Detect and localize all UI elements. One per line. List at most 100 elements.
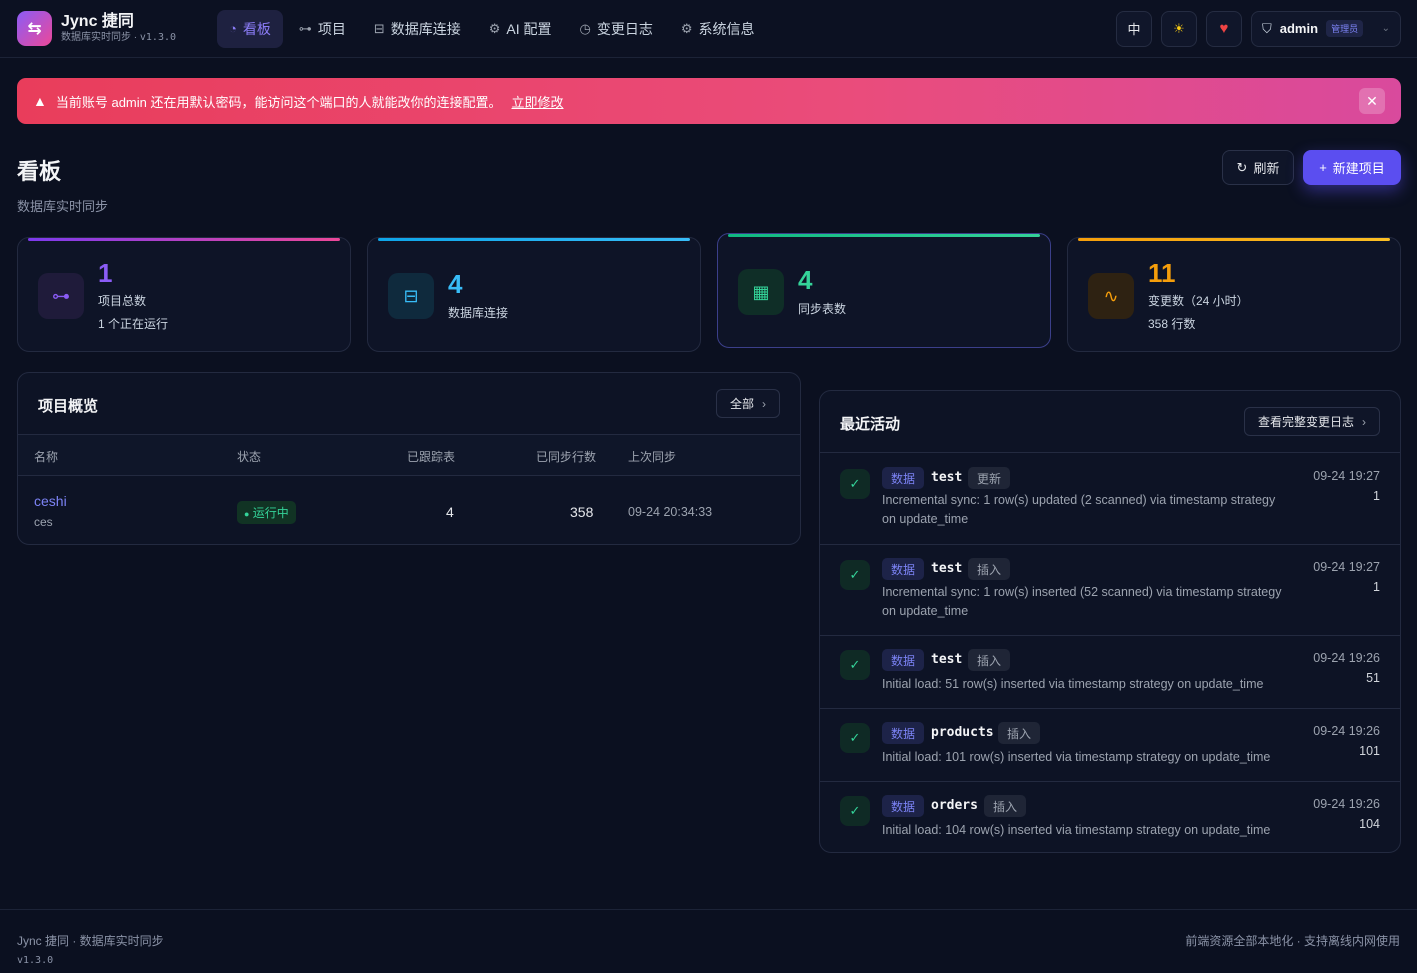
activity-item[interactable]: ✓ 数据 test 插入 Initial load: 51 row(s) ins… bbox=[820, 635, 1400, 708]
new-project-button[interactable]: + 新建项目 bbox=[1303, 150, 1401, 185]
activity-description: Initial load: 51 row(s) inserted via tim… bbox=[882, 677, 1264, 691]
view-full-changelog-button[interactable]: 查看完整变更日志 › bbox=[1244, 407, 1380, 436]
recent-activity-panel: 最近活动 查看完整变更日志 › ✓ 数据 test 更新 Incremental … bbox=[819, 390, 1401, 853]
project-name-link[interactable]: ceshi bbox=[34, 493, 67, 509]
activity-time: 09-24 19:26 bbox=[1313, 651, 1380, 665]
status-dot-icon: ● bbox=[244, 509, 250, 519]
username: admin bbox=[1279, 21, 1319, 36]
panel-title: 最近活动 bbox=[840, 416, 901, 433]
stat-card-projects[interactable]: ⊶ 1 项目总数 1 个正在运行 bbox=[17, 237, 351, 352]
top-bar: ⇆ Jync 捷同 数据库实时同步 · v1.3.0 ◔ 看板 ⊶ 项目 ⊟ 数据库连… bbox=[0, 0, 1417, 58]
category-tag: 数据 bbox=[882, 795, 925, 817]
project-tree-icon: ⊶ bbox=[298, 20, 312, 36]
check-icon: ✓ bbox=[840, 560, 870, 590]
theme-toggle-button[interactable]: ☀ bbox=[1161, 10, 1197, 47]
shield-icon: ⛉ bbox=[1262, 20, 1272, 36]
stat-label: 数据库连接 bbox=[448, 306, 509, 320]
category-tag: 数据 bbox=[882, 649, 925, 671]
ai-chip-icon: ⚙ bbox=[488, 20, 501, 36]
table-name: test bbox=[931, 561, 963, 576]
view-all-projects-button[interactable]: 全部 › bbox=[716, 389, 780, 418]
brand[interactable]: ⇆ Jync 捷同 数据库实时同步 · v1.3.0 bbox=[17, 11, 217, 46]
activity-count: 1 bbox=[1373, 580, 1380, 594]
project-tree-icon: ⊶ bbox=[38, 273, 84, 319]
category-tag: 数据 bbox=[882, 722, 925, 744]
activity-item[interactable]: ✓ 数据 test 更新 Incremental sync: 1 row(s) … bbox=[820, 452, 1400, 544]
nav-changelog[interactable]: ◷ 变更日志 bbox=[568, 10, 665, 48]
app-version: v1.3.0 bbox=[139, 31, 177, 43]
check-icon: ✓ bbox=[840, 469, 870, 499]
col-name[interactable]: 名称 bbox=[34, 448, 58, 465]
accent-bar bbox=[728, 234, 1040, 237]
nav-label: 系统信息 bbox=[698, 20, 755, 37]
stat-value: 4 bbox=[798, 265, 813, 295]
language-toggle-button[interactable]: 中 bbox=[1116, 10, 1152, 47]
activity-time: 09-24 19:26 bbox=[1313, 797, 1380, 811]
close-alert-button[interactable]: ✕ bbox=[1359, 88, 1385, 114]
refresh-button[interactable]: ↻ 刷新 bbox=[1222, 150, 1294, 185]
category-tag: 数据 bbox=[882, 467, 925, 489]
table-row[interactable]: ceshi ces ● 运行中 4 358 09-24 20:34:33 bbox=[18, 477, 800, 545]
nav-label: 数据库连接 bbox=[390, 20, 461, 37]
operation-tag: 更新 bbox=[968, 467, 1011, 489]
col-synced-rows[interactable]: 已同步行数 bbox=[536, 448, 596, 465]
activity-time: 09-24 19:27 bbox=[1313, 560, 1380, 574]
change-password-link[interactable]: 立即修改 bbox=[512, 92, 564, 111]
nav-ai-config[interactable]: ⚙ AI 配置 bbox=[477, 10, 564, 48]
nav-projects[interactable]: ⊶ 项目 bbox=[287, 10, 358, 48]
activity-item[interactable]: ✓ 数据 products 插入 Initial load: 101 row(s… bbox=[820, 708, 1400, 781]
new-project-label: 新建项目 bbox=[1332, 161, 1385, 176]
page-title: 看板 bbox=[17, 159, 62, 184]
stat-label: 同步表数 bbox=[798, 302, 847, 316]
favorite-button[interactable]: ♥ bbox=[1206, 10, 1242, 47]
activity-count: 101 bbox=[1359, 744, 1380, 758]
user-menu-button[interactable]: ⛉ admin 管理员 ⌄ bbox=[1251, 10, 1401, 47]
app-logo-icon: ⇆ bbox=[17, 11, 52, 46]
check-icon: ✓ bbox=[840, 723, 870, 753]
stat-value: 4 bbox=[448, 269, 463, 299]
nav-system-info[interactable]: ⚙ 系统信息 bbox=[669, 10, 767, 48]
activity-count: 1 bbox=[1373, 489, 1380, 503]
activity-description: Incremental sync: 1 row(s) updated (2 sc… bbox=[882, 493, 1276, 526]
last-sync-value: 09-24 20:34:33 bbox=[628, 505, 713, 519]
activity-pulse-icon: ∿ bbox=[1088, 273, 1134, 319]
projects-overview-panel: 项目概览 全部 › 名称 状态 已跟踪表 已同步行数 上次同步 ceshi ces… bbox=[17, 372, 801, 545]
dashboard-icon: ◔ bbox=[229, 21, 237, 36]
activity-item[interactable]: ✓ 数据 test 插入 Incremental sync: 1 row(s) … bbox=[820, 544, 1400, 635]
synced-rows-value: 358 bbox=[570, 504, 594, 520]
clock-history-icon: ◷ bbox=[579, 20, 591, 36]
nav-db-connections[interactable]: ⊟ 数据库连接 bbox=[362, 10, 473, 48]
stat-extra: 358 行数 bbox=[1148, 317, 1196, 331]
database-connection-icon: ⊟ bbox=[373, 20, 385, 36]
activity-item[interactable]: ✓ 数据 orders 插入 Initial load: 104 row(s) … bbox=[820, 781, 1400, 852]
check-icon: ✓ bbox=[840, 796, 870, 826]
chevron-right-icon: › bbox=[762, 396, 766, 411]
close-icon: ✕ bbox=[1366, 92, 1378, 109]
tracked-tables-value: 4 bbox=[446, 504, 454, 520]
footer-brand: Jync 捷同 · 数据库实时同步 bbox=[17, 934, 164, 948]
warning-icon: ▲ bbox=[33, 93, 47, 109]
heart-icon: ♥ bbox=[1219, 20, 1229, 37]
stat-value: 11 bbox=[1148, 258, 1176, 288]
col-tracked-tables[interactable]: 已跟踪表 bbox=[407, 448, 455, 465]
table-name: orders bbox=[931, 798, 978, 813]
panel-title: 项目概览 bbox=[38, 398, 99, 415]
database-connection-icon: ⊟ bbox=[388, 273, 434, 319]
alert-message: 当前账号 admin 还在用默认密码，能访问这个端口的人就能改你的连接配置。 bbox=[55, 94, 502, 110]
col-last-sync[interactable]: 上次同步 bbox=[628, 448, 676, 465]
accent-bar bbox=[28, 238, 340, 241]
status-badge: ● 运行中 bbox=[237, 501, 296, 524]
operation-tag: 插入 bbox=[984, 795, 1027, 817]
table-header: 名称 状态 已跟踪表 已同步行数 上次同步 bbox=[18, 434, 800, 476]
stat-card-connections[interactable]: ⊟ 4 数据库连接 bbox=[367, 237, 701, 352]
stat-card-changes[interactable]: ∿ 11 变更数（24 小时） 358 行数 bbox=[1067, 237, 1401, 352]
refresh-label: 刷新 bbox=[1253, 161, 1280, 176]
check-icon: ✓ bbox=[840, 650, 870, 680]
nav-dashboard[interactable]: ◔ 看板 bbox=[217, 9, 283, 48]
activity-count: 51 bbox=[1366, 671, 1380, 685]
stat-card-synced-tables[interactable]: ▦ 4 同步表数 bbox=[717, 233, 1051, 348]
col-status[interactable]: 状态 bbox=[237, 448, 261, 465]
chevron-right-icon: › bbox=[1362, 414, 1366, 429]
app-name: Jync 捷同 bbox=[61, 12, 134, 30]
stat-extra: 1 个正在运行 bbox=[98, 317, 169, 331]
